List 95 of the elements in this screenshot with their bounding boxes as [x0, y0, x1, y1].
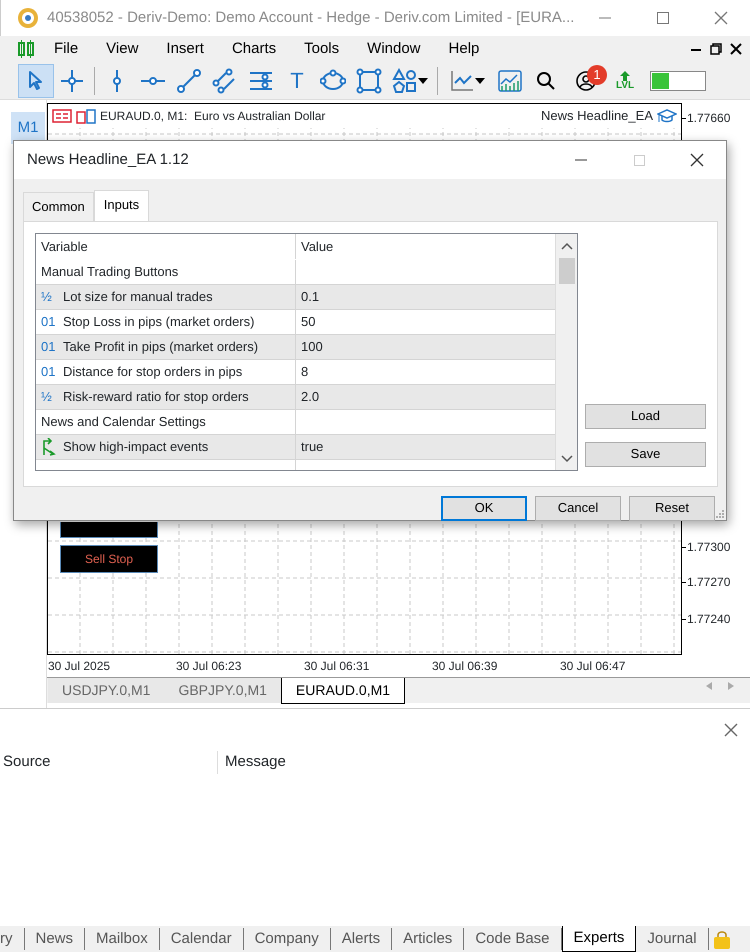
panel-tab[interactable]: Calendar: [160, 928, 244, 950]
column-header: Message: [224, 752, 286, 772]
graduation-cap-icon: [657, 108, 677, 124]
tool-button[interactable]: T: [279, 64, 315, 98]
time-label: 30 Jul 06:39: [432, 658, 498, 675]
menu-item[interactable]: Insert: [152, 38, 218, 60]
type-icon: 01: [41, 312, 63, 332]
horizontal-line-icon: [140, 76, 166, 84]
candlestick-icon: [16, 39, 36, 59]
crosshair-icon: [59, 68, 85, 94]
menu-item[interactable]: Window: [353, 38, 435, 60]
panel-tab[interactable]: Mailbox: [85, 928, 160, 950]
chart-tab[interactable]: USDJPY.0,M1: [48, 678, 164, 703]
dialog-title: News Headline_EA 1.12: [27, 150, 189, 170]
variable-name: Risk-reward ratio for stop orders: [63, 388, 249, 406]
variable-name: Distance for stop orders in pips: [63, 362, 242, 381]
lvl-label: LVL: [616, 80, 634, 90]
column-header: Variable: [36, 234, 296, 259]
caret-icon: [418, 78, 428, 84]
dialog-button[interactable]: Save: [585, 442, 706, 466]
chart-tab[interactable]: EURAUD.0,M1: [280, 678, 406, 704]
variable-value: true: [301, 438, 324, 456]
column-header: Source: [0, 751, 218, 774]
type-icon: 01: [41, 362, 63, 382]
panel-tab[interactable]: Articles: [392, 928, 464, 950]
scroll-right-icon: [728, 682, 734, 690]
type-icon: 01: [41, 336, 63, 356]
account-button[interactable]: 1: [564, 64, 608, 98]
dialog-button[interactable]: Cancel: [535, 496, 621, 520]
chart-symbol-label: EURAUD.0, M1: Euro vs Australian Dollar: [100, 108, 326, 125]
indicator-list-icon: [52, 108, 72, 124]
up-arrow-icon: [619, 70, 632, 80]
variable-value: 50: [301, 312, 316, 331]
panel-tab[interactable]: Alerts: [330, 928, 392, 950]
time-label: 30 Jul 2025: [48, 658, 112, 675]
dialog-button[interactable]: Reset: [629, 496, 715, 520]
close-icon: [730, 43, 742, 55]
time-label: 30 Jul 06:31: [304, 658, 370, 675]
type-icon: ½: [41, 286, 63, 306]
chart-window-icon: [497, 68, 523, 94]
panel-tab[interactable]: Experts: [562, 926, 636, 952]
minimize-icon: [690, 49, 702, 51]
menu-item[interactable]: Tools: [290, 38, 354, 60]
price-label: 1.77660: [687, 110, 730, 127]
variable-value: 100: [301, 338, 323, 356]
menu-item[interactable]: File: [40, 38, 92, 60]
variable-name: Lot size for manual trades: [63, 288, 213, 306]
menu-item[interactable]: Charts: [218, 38, 290, 60]
window-title: 40538052 - Deriv-Demo: Demo Account - Hedge - Deriv.com Limited - [EURA...: [47, 8, 574, 28]
expert-name: News Headline_EA: [540, 107, 653, 126]
scroll-up-icon: [559, 240, 575, 250]
dialog-tab[interactable]: Inputs: [94, 190, 150, 220]
search-icon: [535, 70, 557, 92]
variable-value: 8: [301, 362, 308, 381]
panel-tab[interactable]: ry: [0, 928, 24, 950]
dialog-button[interactable]: OK: [441, 496, 527, 520]
chart-tab[interactable]: GBPJPY.0,M1: [164, 678, 281, 703]
menu-item[interactable]: Help: [434, 38, 494, 60]
variable-name: Stop Loss in pips (market orders): [63, 312, 254, 331]
caret-icon: [475, 78, 485, 84]
tool-button[interactable]: [18, 64, 54, 98]
variable-name: Take Profit in pips (market orders): [63, 338, 258, 356]
sell-stop-button[interactable]: Sell Stop: [60, 545, 158, 573]
variable-value: 0.1: [301, 288, 320, 306]
menu-item[interactable]: View: [92, 38, 152, 60]
trend-line-icon: [176, 68, 202, 94]
scroll-left-icon: [706, 682, 712, 690]
stop-order-button[interactable]: [60, 522, 158, 538]
close-icon: [724, 723, 738, 737]
variable-name: Manual Trading Buttons: [41, 262, 178, 281]
app-logo-icon: [17, 7, 39, 29]
scroll-down-icon: [559, 454, 575, 464]
panel-tab[interactable]: News: [24, 928, 86, 950]
dialog-tab[interactable]: Common: [23, 192, 94, 220]
variable-name: News and Calendar Settings: [41, 412, 206, 431]
type-icon: ½: [41, 386, 63, 406]
restore-icon: [710, 43, 722, 55]
variable-value: 2.0: [301, 388, 320, 406]
column-header: Value: [300, 238, 334, 256]
time-label: 30 Jul 06:23: [176, 658, 242, 675]
shapes-icon: [392, 68, 418, 94]
price-label: 1.77300: [687, 539, 730, 556]
rectangle-icon: [356, 68, 382, 94]
scrollbar-thumb[interactable]: [559, 258, 575, 284]
panel-tab[interactable]: Company: [244, 928, 331, 950]
objects-icon: [76, 108, 96, 124]
price-label: 1.77270: [687, 574, 730, 591]
notification-badge: 1: [587, 64, 607, 84]
panel-tab[interactable]: Journal: [636, 928, 709, 950]
variable-name: Show high-impact events: [63, 438, 208, 456]
dialog-button[interactable]: Load: [585, 404, 706, 428]
price-label: 1.77240: [687, 611, 730, 628]
time-label: 30 Jul 06:47: [560, 658, 626, 675]
shopping-bag-icon: [712, 930, 731, 950]
resize-grip-icon: [715, 509, 725, 519]
